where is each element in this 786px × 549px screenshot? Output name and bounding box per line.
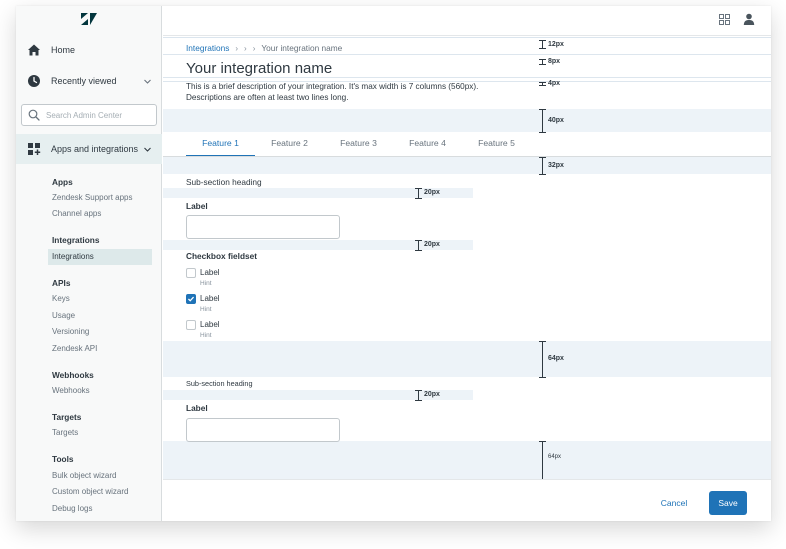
checkbox-2-label: Label xyxy=(200,294,220,303)
tab-feature-1[interactable]: Feature 1 xyxy=(186,132,255,157)
product-tray-grid-icon[interactable] xyxy=(719,14,730,25)
tab-feature-2[interactable]: Feature 2 xyxy=(255,132,324,157)
chevron-right-icon: › xyxy=(244,43,247,53)
tab-feature-3[interactable]: Feature 3 xyxy=(324,132,393,157)
field-label-2: Label xyxy=(186,403,208,413)
nav-apps-label: Apps and integrations xyxy=(51,144,139,154)
nav-recently-viewed-label: Recently viewed xyxy=(51,76,117,86)
chevron-right-icon: › xyxy=(235,43,239,53)
sidebar-item-targets[interactable]: Targets xyxy=(48,425,152,441)
spacing-guide-line xyxy=(163,77,771,78)
spacing-guide-band-64a xyxy=(163,341,771,377)
spacing-guide-band-32 xyxy=(163,157,771,174)
clock-icon xyxy=(28,75,40,87)
sub-section-heading-2: Sub-section heading xyxy=(186,379,253,388)
user-profile-icon[interactable] xyxy=(743,13,755,25)
footer-divider xyxy=(163,479,771,480)
sidebar-item-zendesk-api[interactable]: Zendesk API xyxy=(48,341,152,357)
sidebar-group-apps: Apps xyxy=(52,177,73,187)
checkmark-icon xyxy=(187,296,195,302)
text-input-2[interactable] xyxy=(186,418,340,442)
sidebar-group-targets: Targets xyxy=(52,412,82,422)
sidebar-item-versioning[interactable]: Versioning xyxy=(48,324,152,340)
checkbox-3-hint: Hint xyxy=(200,332,212,339)
tab-feature-5[interactable]: Feature 5 xyxy=(462,132,531,157)
sidebar-group-tools: Tools xyxy=(52,454,74,464)
sidebar-group-integrations: Integrations xyxy=(52,235,100,245)
chevron-down-icon xyxy=(144,79,151,84)
sidebar-item-custom-object-wizard[interactable]: Custom object wizard xyxy=(48,484,152,500)
checkbox-fieldset-title: Checkbox fieldset xyxy=(186,251,258,261)
sidebar-item-webhooks[interactable]: Webhooks xyxy=(48,383,152,399)
sidebar-item-keys[interactable]: Keys xyxy=(48,291,152,307)
search-icon xyxy=(28,109,40,121)
chevron-right-icon: › xyxy=(252,43,256,53)
admin-center-window: Home Recently viewed Search Admin Center… xyxy=(16,6,771,521)
checkbox-2[interactable] xyxy=(186,294,196,304)
text-input[interactable] xyxy=(186,215,340,239)
nav-home[interactable]: Home xyxy=(16,35,162,65)
checkbox-1-hint: Hint xyxy=(200,280,212,287)
zendesk-logo-icon[interactable] xyxy=(80,12,98,26)
main-content: Integrations › › › Your integration name… xyxy=(163,37,771,521)
page-description: This is a brief description of your inte… xyxy=(186,82,479,102)
chevron-down-icon xyxy=(144,147,151,152)
checkbox-3-label: Label xyxy=(200,320,220,329)
apps-plus-icon xyxy=(28,143,41,155)
nav-home-label: Home xyxy=(51,45,76,55)
spacing-guide-band-64b xyxy=(163,441,771,479)
search-admin-center[interactable] xyxy=(21,104,157,126)
checkbox-1-label: Label xyxy=(200,268,220,277)
checkbox-2-hint: Hint xyxy=(200,306,212,313)
field-label: Label xyxy=(186,201,208,211)
spacing-guide-line xyxy=(163,37,771,38)
breadcrumb: Integrations › › › Your integration name xyxy=(186,43,342,53)
spacing-guide-band-40 xyxy=(163,109,771,132)
sidebar-group-webhooks: Webhooks xyxy=(52,370,94,380)
search-input[interactable] xyxy=(46,108,154,122)
sidebar: Home Recently viewed Search Admin Center… xyxy=(16,6,162,521)
sidebar-item-debug-logs[interactable]: Debug logs xyxy=(48,501,152,517)
sidebar-item-integrations[interactable]: Integrations xyxy=(48,249,152,265)
spacing-guide-line xyxy=(163,54,771,55)
sidebar-group-apis: APIs xyxy=(52,278,71,288)
cancel-button[interactable]: Cancel xyxy=(649,491,699,515)
sidebar-item-bulk-object-wizard[interactable]: Bulk object wizard xyxy=(48,468,152,484)
sidebar-item-usage[interactable]: Usage xyxy=(48,308,152,324)
breadcrumb-current: Your integration name xyxy=(261,43,343,53)
checkbox-1[interactable] xyxy=(186,268,196,278)
feature-tabs: Feature 1 Feature 2 Feature 3 Feature 4 … xyxy=(186,132,531,157)
sidebar-item-channel-apps[interactable]: Channel apps xyxy=(48,206,152,222)
tab-divider xyxy=(163,156,771,157)
nav-apps-and-integrations[interactable]: Apps and integrations xyxy=(16,134,162,164)
checkbox-3[interactable] xyxy=(186,320,196,330)
save-button[interactable]: Save xyxy=(709,491,747,515)
sub-section-heading: Sub-section heading xyxy=(186,177,262,187)
home-icon xyxy=(28,44,40,56)
tab-feature-4[interactable]: Feature 4 xyxy=(393,132,462,157)
page-title: Your integration name xyxy=(186,60,333,77)
nav-recently-viewed[interactable]: Recently viewed xyxy=(16,66,162,96)
top-bar xyxy=(163,6,771,36)
sidebar-item-zendesk-support-apps[interactable]: Zendesk Support apps xyxy=(48,190,152,206)
breadcrumb-integrations-link[interactable]: Integrations xyxy=(186,43,229,53)
